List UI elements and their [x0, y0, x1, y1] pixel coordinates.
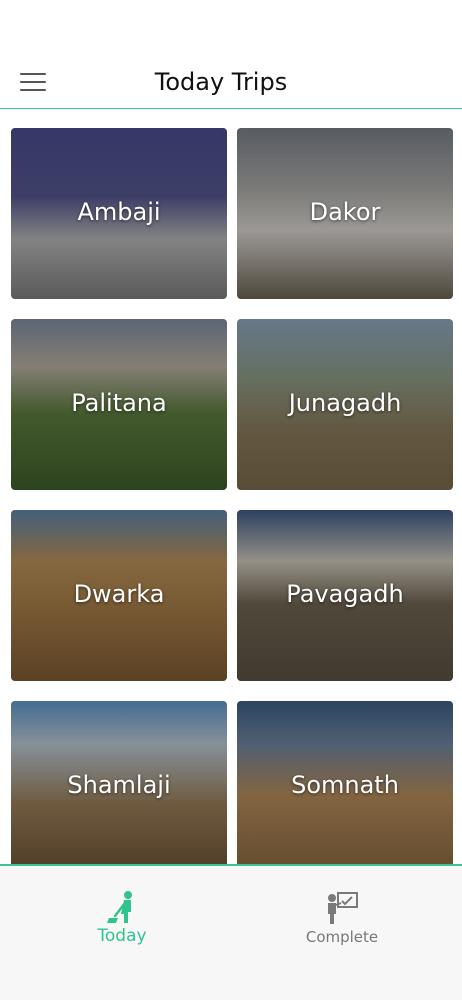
tab-today[interactable]: Today [62, 890, 182, 960]
trip-card-palitana[interactable]: Palitana [11, 319, 227, 490]
trip-card-dakor[interactable]: Dakor [237, 128, 453, 299]
person-sweeping-icon [107, 891, 132, 923]
trip-card-somnath[interactable]: Somnath [237, 701, 453, 864]
trip-name: Dwarka [73, 580, 165, 608]
tab-label: Complete [305, 928, 379, 946]
trip-card-shamlaji[interactable]: Shamlaji [11, 701, 227, 864]
trip-card-junagadh[interactable]: Junagadh [237, 319, 453, 490]
app-bar: Today Trips [0, 0, 462, 109]
trip-grid: Ambaji Dakor Palitana Junagadh Dwarka Pa… [11, 128, 453, 864]
presenter-board-icon [328, 892, 358, 924]
tab-label: Today [97, 926, 147, 946]
trip-name: Ambaji [77, 198, 161, 226]
page-title: Today Trips [154, 68, 288, 96]
trip-name: Pavagadh [286, 580, 404, 608]
trip-card-dwarka[interactable]: Dwarka [11, 510, 227, 681]
trip-name: Shamlaji [67, 771, 171, 799]
trip-name: Dakor [309, 198, 381, 226]
trip-name: Somnath [291, 771, 399, 799]
tab-complete[interactable]: Complete [282, 890, 402, 960]
trip-name: Palitana [71, 389, 167, 417]
trip-card-pavagadh[interactable]: Pavagadh [237, 510, 453, 681]
trip-name: Junagadh [288, 389, 402, 417]
bottom-navigation: Today Complete [0, 864, 462, 1000]
trip-card-ambaji[interactable]: Ambaji [11, 128, 227, 299]
